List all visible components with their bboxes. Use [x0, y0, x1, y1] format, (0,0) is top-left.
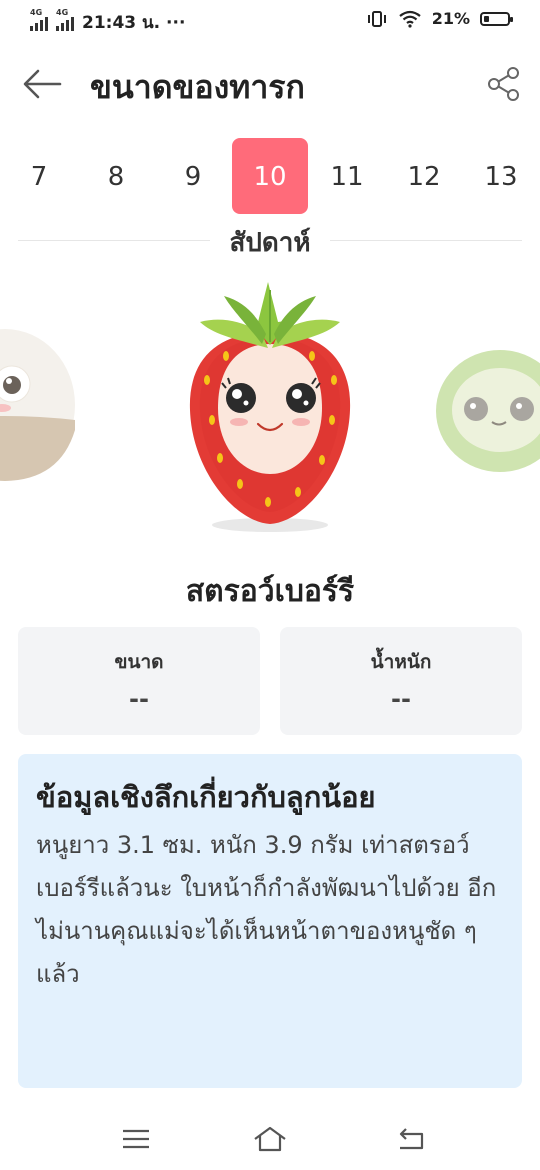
weight-value: --	[391, 685, 411, 713]
status-right: 21%	[366, 9, 513, 28]
week-item-13[interactable]: 13	[463, 138, 539, 214]
fruit-carousel[interactable]	[0, 270, 540, 540]
wifi-icon	[399, 10, 421, 28]
week-unit-label: สัปดาห์	[210, 222, 330, 263]
size-label: ขนาด	[114, 651, 164, 673]
home-icon[interactable]	[252, 1124, 288, 1154]
fruit-illustrations	[0, 282, 540, 532]
baby-insight-card: ข้อมูลเชิงลึกเกี่ยวกับลูกน้อย หนูยาว 3.1…	[18, 754, 522, 1088]
status-bar: 4G 4G 21:43 น. ··· 21%	[0, 0, 540, 42]
battery-icon	[480, 11, 513, 26]
size-value: --	[129, 685, 149, 713]
week-item-9[interactable]: 9	[155, 138, 231, 214]
week-item-12[interactable]: 12	[386, 138, 462, 214]
week-selector: 7 8 9 10 11 12 13	[0, 138, 540, 216]
insight-body: หนูยาว 3.1 ซม. หนัก 3.9 กรัม เท่าสตรอว์เ…	[36, 831, 497, 988]
vibrate-icon	[367, 10, 386, 27]
fruit-name: สตรอว์เบอร์รี	[185, 574, 355, 609]
menu-icon[interactable]	[118, 1124, 154, 1154]
system-nav-bar	[0, 1110, 540, 1170]
status-left: 4G 4G 21:43 น. ···	[30, 8, 186, 36]
size-card: ขนาด --	[18, 627, 260, 735]
share-icon[interactable]	[486, 66, 522, 102]
insight-title: ข้อมูลเชิงลึกเกี่ยวกับลูกน้อย	[36, 780, 376, 814]
status-time: 21:43 น. ···	[82, 13, 186, 33]
page-title: ขนาดของทารก	[90, 68, 305, 106]
arrow-left-icon[interactable]	[20, 66, 64, 102]
signal-icon: 4G	[56, 8, 74, 31]
week-item-7[interactable]: 7	[1, 138, 77, 214]
previous-fruit-image	[0, 329, 75, 481]
week-item-11[interactable]: 11	[309, 138, 385, 214]
strawberry-image	[189, 282, 351, 532]
battery-percent: 21%	[431, 9, 470, 28]
week-item-8[interactable]: 8	[78, 138, 154, 214]
signal-icon: 4G	[30, 8, 48, 31]
app-header: ขนาดของทารก	[0, 52, 540, 116]
return-icon[interactable]	[394, 1124, 430, 1154]
next-fruit-image	[436, 350, 540, 472]
weight-card: น้ำหนัก --	[280, 627, 522, 735]
weight-label: น้ำหนัก	[370, 651, 432, 673]
week-item-10-selected[interactable]: 10	[232, 138, 308, 214]
